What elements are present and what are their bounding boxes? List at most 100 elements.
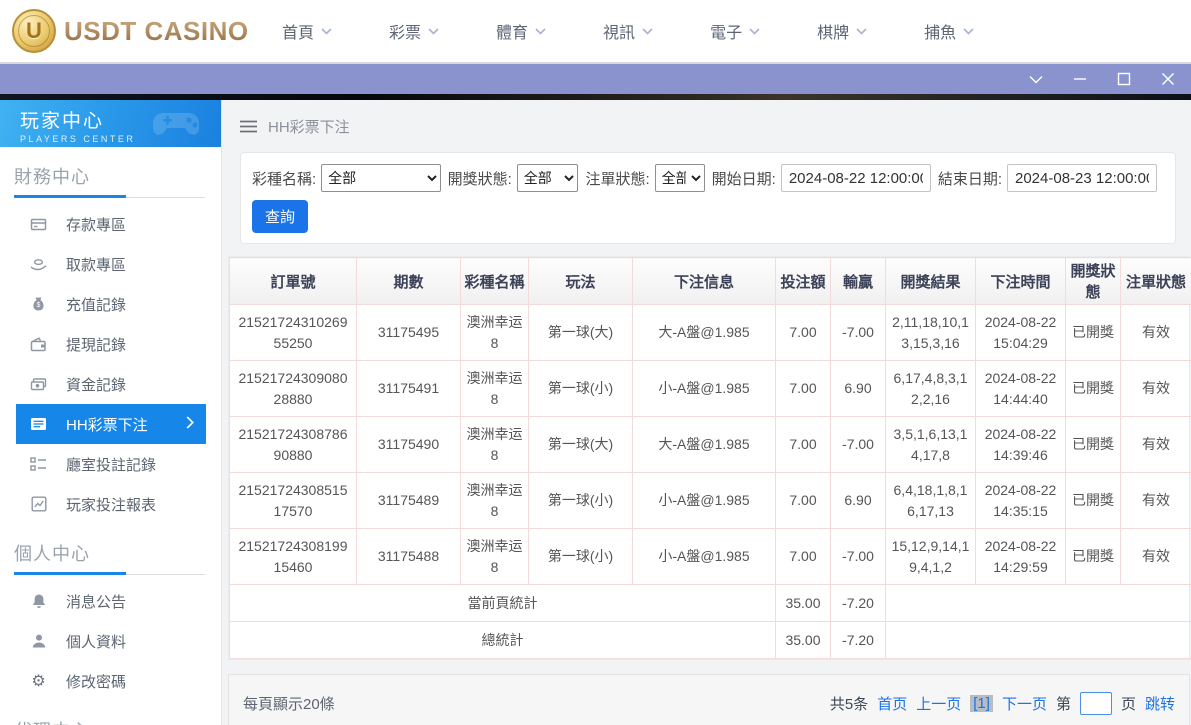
nav-item-5[interactable]: 棋牌 (817, 19, 867, 43)
nav-item-label: 首頁 (282, 19, 314, 43)
close-icon (1161, 72, 1175, 86)
table-cell: -7.00 (831, 305, 886, 361)
column-header-注單狀態: 注單狀態 (1121, 258, 1191, 305)
table-cell: 31175495 (357, 305, 461, 361)
summary-empty (886, 585, 1191, 622)
nav-item-2[interactable]: 體育 (496, 19, 546, 43)
summary-row: 當前頁統計35.00-7.20 (230, 585, 1191, 622)
table-cell: 31175488 (357, 529, 461, 585)
table-cell: 小-A盤@1.985 (633, 529, 776, 585)
table-cell: 2024-08-22 14:35:15 (976, 473, 1066, 529)
section-underline (14, 197, 205, 198)
svg-text:$: $ (37, 302, 41, 309)
column-header-下注時間: 下注時間 (976, 258, 1066, 305)
table-cell: 6,17,4,8,3,12,2,16 (886, 361, 976, 417)
window-collapse-button[interactable] (1023, 68, 1049, 90)
table-cell: 2152172430878690880 (230, 417, 357, 473)
table-cell: 31175490 (357, 417, 461, 473)
coin-letter: U (26, 18, 42, 44)
search-button[interactable]: 查詢 (252, 200, 308, 233)
sidebar-item-玩家投注報表[interactable]: 玩家投注報表 (0, 484, 221, 524)
table-cell: 有效 (1121, 305, 1191, 361)
summary-bet-total: 35.00 (776, 622, 831, 659)
table-cell: 2024-08-22 14:39:46 (976, 417, 1066, 473)
sidebar-item-label: 消息公告 (66, 591, 126, 612)
summary-empty (886, 622, 1191, 659)
table-cell: 6.90 (831, 361, 886, 417)
sidebar-item-label: HH彩票下注 (66, 414, 148, 435)
sidebar-item-個人資料[interactable]: 個人資料 (0, 621, 221, 661)
gamepad-icon (151, 107, 207, 141)
table-cell: 澳洲幸运8 (461, 305, 529, 361)
jump-action-link[interactable]: 跳转 (1145, 693, 1175, 714)
sidebar-item-廳室投註記錄[interactable]: 廳室投註記錄 (0, 444, 221, 484)
table-cell: 澳洲幸运8 (461, 417, 529, 473)
column-header-訂單號: 訂單號 (230, 258, 357, 305)
chevron-down-icon (642, 28, 653, 35)
table-cell: 大-A盤@1.985 (633, 417, 776, 473)
jump-page-input[interactable] (1080, 692, 1112, 715)
table-cell: 澳洲幸运8 (461, 361, 529, 417)
first-page-link[interactable]: 首页 (877, 693, 907, 714)
sidebar-item-資金記錄[interactable]: 資金記錄 (0, 364, 221, 404)
table-cell: 7.00 (776, 361, 831, 417)
table-row: 215217243081991546031175488澳洲幸运8第一球(小)小-… (230, 529, 1191, 585)
prev-page-link[interactable]: 上一页 (916, 693, 961, 714)
table-cell: 2152172430851517570 (230, 473, 357, 529)
table-cell: 2152172430819915460 (230, 529, 357, 585)
nav-item-4[interactable]: 電子 (710, 19, 760, 43)
nav-item-0[interactable]: 首頁 (282, 19, 332, 43)
table-cell: 第一球(小) (529, 529, 633, 585)
table-cell: 6,4,18,1,8,16,17,13 (886, 473, 976, 529)
lottery-bet-icon (30, 416, 47, 433)
wallet-icon (30, 336, 47, 353)
sidebar-item-修改密碼[interactable]: ⚙修改密碼 (0, 661, 221, 701)
nav-item-6[interactable]: 捕魚 (924, 19, 974, 43)
sidebar-section-heading: 財務中心 (0, 147, 221, 197)
order-status-select[interactable]: 全部 (655, 164, 705, 192)
pager: 共5条 首页 上一页 [1] 下一页 第 页 跳转 (830, 692, 1175, 715)
sidebar-sections: 財務中心存款專區取款專區$充值記錄提現記錄資金記錄 HH彩票下注廳室投註記錄玩家投… (0, 147, 221, 725)
column-header-期數: 期數 (357, 258, 461, 305)
table-cell: 小-A盤@1.985 (633, 361, 776, 417)
table-cell: 2,11,18,10,13,15,3,16 (886, 305, 976, 361)
table-cell: 7.00 (776, 473, 831, 529)
next-page-link[interactable]: 下一页 (1002, 693, 1047, 714)
sidebar-item-消息公告[interactable]: 消息公告 (0, 581, 221, 621)
table-cell: 第一球(大) (529, 305, 633, 361)
lottery-name-select[interactable]: 全部 (321, 164, 440, 192)
window-maximize-button[interactable] (1111, 68, 1137, 90)
table-cell: 7.00 (776, 529, 831, 585)
sidebar-header: 玩家中心 PLAYERS CENTER (0, 100, 221, 147)
column-header-輸贏: 輸贏 (831, 258, 886, 305)
nav-item-label: 捕魚 (924, 19, 956, 43)
report-chart-icon (30, 496, 47, 513)
table-cell: 第一球(小) (529, 473, 633, 529)
table-cell: 有效 (1121, 473, 1191, 529)
window-minimize-button[interactable] (1067, 68, 1093, 90)
nav-item-label: 棋牌 (817, 19, 849, 43)
end-date-input[interactable] (1007, 164, 1157, 192)
sidebar-item-充值記錄[interactable]: $充值記錄 (0, 284, 221, 324)
summary-label: 總統計 (230, 622, 776, 659)
menu-toggle-icon[interactable] (240, 120, 257, 133)
draw-status-label: 開獎狀態: (448, 168, 512, 189)
summary-winloss-total: -7.20 (831, 622, 886, 659)
draw-status-select[interactable]: 全部 (517, 164, 579, 192)
page-title: HH彩票下注 (268, 116, 350, 137)
start-date-input[interactable] (781, 164, 931, 192)
window-close-button[interactable] (1155, 68, 1181, 90)
column-header-下注信息: 下注信息 (633, 258, 776, 305)
chevron-down-icon (535, 28, 546, 35)
sidebar-item-取款專區[interactable]: 取款專區 (0, 244, 221, 284)
sidebar-item-label: 提現記錄 (66, 334, 126, 355)
nav-item-1[interactable]: 彩票 (389, 19, 439, 43)
nav-item-3[interactable]: 視訊 (603, 19, 653, 43)
end-date-label: 結束日期: (938, 168, 1002, 189)
sidebar-item-HH彩票下注[interactable]: HH彩票下注 (16, 404, 206, 444)
withdraw-hand-icon (30, 256, 47, 273)
current-page-indicator[interactable]: [1] (970, 695, 993, 712)
table-cell: 15,12,9,14,19,4,1,2 (886, 529, 976, 585)
sidebar-item-存款專區[interactable]: 存款專區 (0, 204, 221, 244)
sidebar-item-提現記錄[interactable]: 提現記錄 (0, 324, 221, 364)
